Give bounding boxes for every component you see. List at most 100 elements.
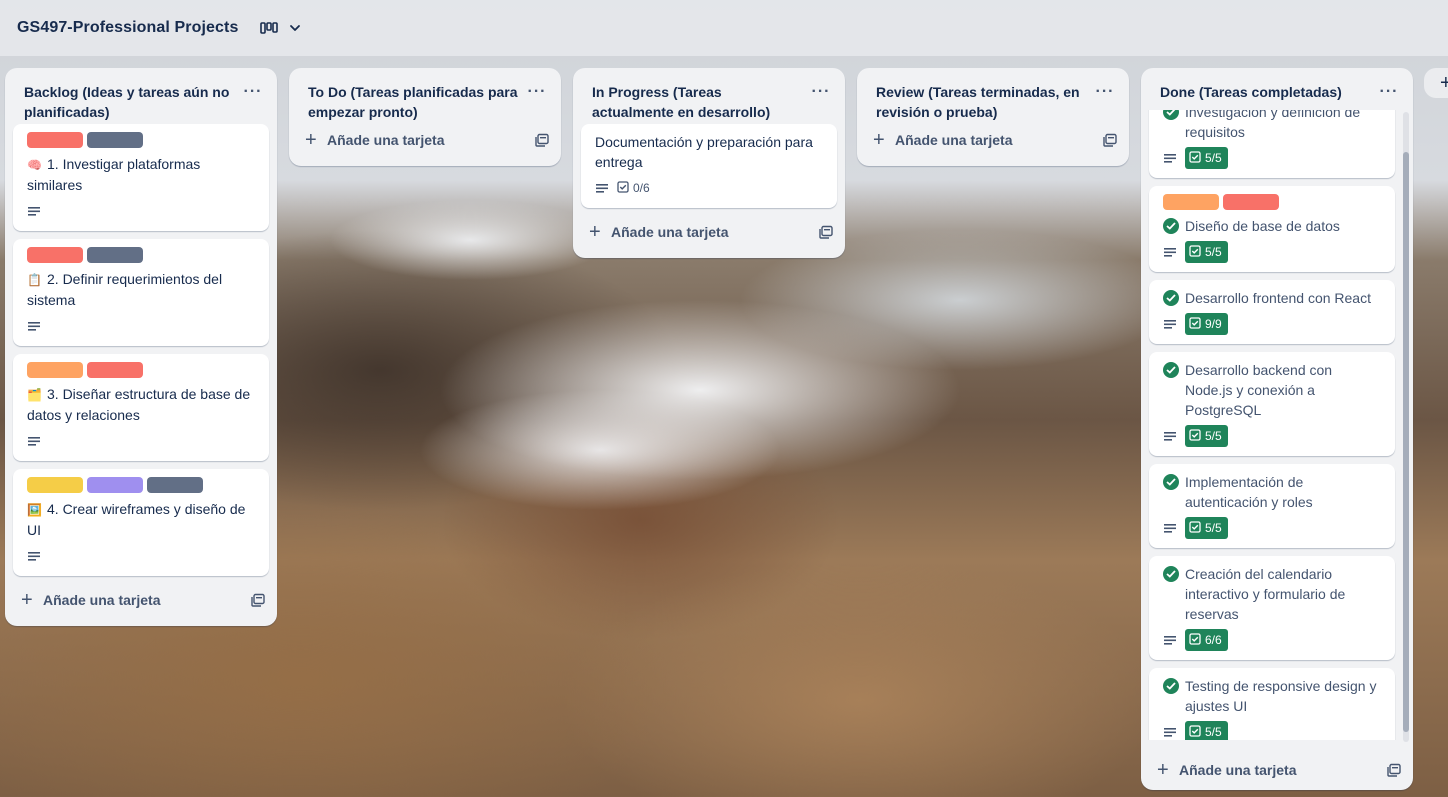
card[interactable]: 📋 2. Definir requerimientos del sistema bbox=[13, 239, 269, 346]
list-header: In Progress (Tareas actualmente en desar… bbox=[573, 68, 845, 124]
done-cards-scroll[interactable]: Investigación y definición de requisitos… bbox=[1141, 110, 1413, 740]
list-header: Review (Tareas terminadas, en revisión o… bbox=[857, 68, 1129, 124]
label-dark[interactable] bbox=[87, 132, 143, 148]
list-title[interactable]: Review (Tareas terminadas, en revisión o… bbox=[876, 82, 1089, 122]
card-template-icon[interactable] bbox=[1103, 133, 1117, 147]
card-title: Desarrollo frontend con React bbox=[1185, 290, 1371, 306]
checkbox-icon bbox=[1189, 150, 1201, 166]
list-done: Done (Tareas completadas) ··· Investigac… bbox=[1141, 68, 1413, 790]
complete-check-icon[interactable] bbox=[1163, 362, 1179, 378]
list-title[interactable]: To Do (Tareas planificadas para empezar … bbox=[308, 82, 521, 122]
scrollbar-track[interactable] bbox=[1403, 112, 1409, 742]
add-card-label: Añade una tarjeta bbox=[611, 224, 729, 240]
card-title: Investigación y definición de requisitos bbox=[1185, 110, 1361, 140]
add-card-button[interactable]: + Añade una tarjeta bbox=[5, 584, 277, 616]
card[interactable]: 🗂️ 3. Diseñar estructura de base de datos… bbox=[13, 354, 269, 461]
label-dark[interactable] bbox=[87, 247, 143, 263]
list-menu-button[interactable]: ··· bbox=[809, 80, 833, 104]
description-icon bbox=[27, 435, 41, 447]
card[interactable]: Desarrollo frontend con React 9/9 bbox=[1149, 280, 1395, 344]
card-index-emoji-icon: 🗂️ bbox=[27, 388, 42, 402]
card-template-icon[interactable] bbox=[819, 225, 833, 239]
add-card-label: Añade una tarjeta bbox=[327, 132, 445, 148]
add-card-label: Añade una tarjeta bbox=[1179, 762, 1297, 778]
checklist-badge: 0/6 bbox=[617, 180, 650, 196]
checklist-count: 0/6 bbox=[633, 181, 650, 195]
checkbox-icon bbox=[1189, 632, 1201, 648]
checklist-count: 5/5 bbox=[1205, 521, 1222, 535]
checkbox-icon bbox=[617, 180, 629, 196]
list-todo: To Do (Tareas planificadas para empezar … bbox=[289, 68, 561, 166]
plus-icon: + bbox=[1157, 759, 1169, 781]
list-header: To Do (Tareas planificadas para empezar … bbox=[289, 68, 561, 124]
description-icon bbox=[1163, 430, 1177, 442]
complete-check-icon[interactable] bbox=[1163, 678, 1179, 694]
label-yellow[interactable] bbox=[27, 477, 83, 493]
list-title[interactable]: Done (Tareas completadas) bbox=[1160, 82, 1373, 102]
list-backlog: Backlog (Ideas y tareas aún no planifica… bbox=[5, 68, 277, 626]
add-card-button[interactable]: + Añade una tarjeta bbox=[289, 124, 561, 156]
label-red[interactable] bbox=[1223, 194, 1279, 210]
list-title[interactable]: Backlog (Ideas y tareas aún no planifica… bbox=[24, 82, 237, 122]
clipboard-emoji-icon: 📋 bbox=[27, 273, 42, 287]
board-columns-icon[interactable] bbox=[260, 21, 279, 35]
list-menu-button[interactable]: ··· bbox=[1377, 80, 1401, 104]
card[interactable]: Implementación de autenticación y roles … bbox=[1149, 464, 1395, 548]
checkbox-icon bbox=[1189, 244, 1201, 260]
add-card-button[interactable]: + Añade una tarjeta bbox=[857, 124, 1129, 156]
card-title: Implementación de autenticación y roles bbox=[1185, 474, 1313, 510]
brain-emoji-icon: 🧠 bbox=[27, 158, 42, 172]
label-red[interactable] bbox=[27, 247, 83, 263]
scrollbar-thumb[interactable] bbox=[1403, 152, 1409, 732]
picture-emoji-icon: 🖼️ bbox=[27, 503, 42, 517]
chevron-down-icon[interactable] bbox=[288, 21, 302, 35]
list-menu-button[interactable]: ··· bbox=[241, 80, 265, 104]
card[interactable]: Testing de responsive design y ajustes U… bbox=[1149, 668, 1395, 740]
checklist-count: 5/5 bbox=[1205, 151, 1222, 165]
label-orange[interactable] bbox=[27, 362, 83, 378]
card[interactable]: Diseño de base de datos 5/5 bbox=[1149, 186, 1395, 272]
list-header: Backlog (Ideas y tareas aún no planifica… bbox=[5, 68, 277, 124]
card[interactable]: Documentación y preparación para entrega… bbox=[581, 124, 837, 208]
add-list-button[interactable]: + bbox=[1424, 68, 1448, 98]
checkbox-icon bbox=[1189, 520, 1201, 536]
complete-check-icon[interactable] bbox=[1163, 290, 1179, 306]
checklist-count: 6/6 bbox=[1205, 633, 1222, 647]
card[interactable]: Desarrollo backend con Node.js y conexió… bbox=[1149, 352, 1395, 456]
label-red[interactable] bbox=[27, 132, 83, 148]
description-icon bbox=[27, 320, 41, 332]
label-orange[interactable] bbox=[1163, 194, 1219, 210]
card-template-icon[interactable] bbox=[1387, 763, 1401, 777]
checklist-count: 5/5 bbox=[1205, 725, 1222, 739]
checklist-badge: 6/6 bbox=[1185, 629, 1228, 651]
label-purple[interactable] bbox=[87, 477, 143, 493]
complete-check-icon[interactable] bbox=[1163, 566, 1179, 582]
list-title[interactable]: In Progress (Tareas actualmente en desar… bbox=[592, 82, 805, 122]
card-template-icon[interactable] bbox=[535, 133, 549, 147]
description-icon bbox=[1163, 726, 1177, 738]
complete-check-icon[interactable] bbox=[1163, 218, 1179, 234]
label-dark[interactable] bbox=[147, 477, 203, 493]
list-menu-button[interactable]: ··· bbox=[1093, 80, 1117, 104]
card-title: Desarrollo backend con Node.js y conexió… bbox=[1185, 362, 1333, 418]
add-card-button[interactable]: + Añade una tarjeta bbox=[573, 216, 845, 248]
checklist-badge: 5/5 bbox=[1185, 425, 1228, 447]
card[interactable]: Investigación y definición de requisitos… bbox=[1149, 110, 1395, 178]
card[interactable]: 🧠 1. Investigar plataformas similares bbox=[13, 124, 269, 231]
card[interactable]: Creación del calendario interactivo y fo… bbox=[1149, 556, 1395, 660]
checkbox-icon bbox=[1189, 428, 1201, 444]
card-title: Creación del calendario interactivo y fo… bbox=[1185, 566, 1346, 622]
complete-check-icon[interactable] bbox=[1163, 110, 1179, 120]
board-header: GS497-Professional Projects bbox=[0, 0, 1448, 56]
description-icon bbox=[1163, 522, 1177, 534]
plus-icon: + bbox=[589, 221, 601, 243]
card[interactable]: 🖼️ 4. Crear wireframes y diseño de UI bbox=[13, 469, 269, 576]
label-red[interactable] bbox=[87, 362, 143, 378]
complete-check-icon[interactable] bbox=[1163, 474, 1179, 490]
list-review: Review (Tareas terminadas, en revisión o… bbox=[857, 68, 1129, 166]
list-menu-button[interactable]: ··· bbox=[525, 80, 549, 104]
card-template-icon[interactable] bbox=[251, 593, 265, 607]
board-title[interactable]: GS497-Professional Projects bbox=[17, 19, 238, 37]
add-card-button[interactable]: + Añade una tarjeta bbox=[1141, 754, 1413, 786]
checklist-badge: 5/5 bbox=[1185, 147, 1228, 169]
